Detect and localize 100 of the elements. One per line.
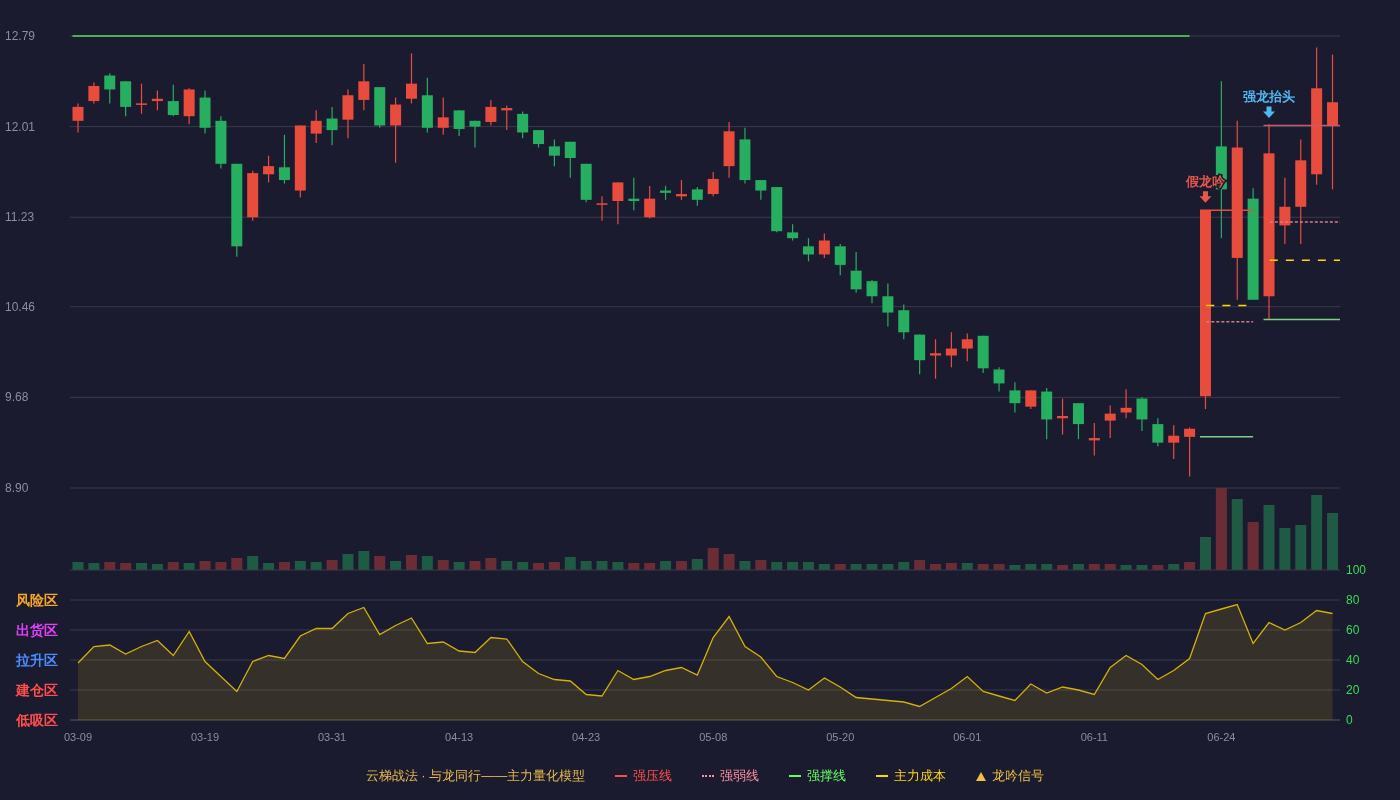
candlestick: [803, 237, 814, 263]
legend-title: 云梯战法 · 与龙同行——主力量化模型: [365, 767, 586, 785]
candlestick: [548, 138, 560, 167]
axis-label: 40: [1346, 653, 1360, 667]
candlestick: [104, 72, 116, 104]
candlestick: [485, 99, 497, 127]
candlestick: [882, 282, 894, 328]
candlestick: [898, 303, 910, 340]
axis-label: 0: [1346, 713, 1353, 727]
candlestick: [167, 84, 179, 117]
candlestick: [310, 109, 322, 144]
candlestick: [199, 90, 211, 135]
candlestick: [771, 186, 783, 233]
axis-label: 100: [1346, 563, 1367, 577]
cost-line: [1269, 259, 1341, 261]
candlestick: [1136, 396, 1148, 432]
candlestick: [1057, 397, 1069, 436]
legend-label: 强弱线: [720, 767, 760, 785]
candlestick: [612, 181, 624, 225]
candlestick: [644, 185, 656, 220]
candlestick: [215, 115, 227, 170]
candlestick: [564, 141, 576, 179]
legend-label: 龙吟信号: [992, 767, 1045, 785]
candlestick: [453, 109, 465, 137]
candlestick: [1072, 402, 1084, 440]
candlestick: [342, 88, 354, 139]
zone-label: 出货区: [16, 622, 58, 638]
candlestick: [993, 366, 1005, 393]
signal-label: 强龙抬头: [1243, 89, 1295, 105]
axis-label: 03-31: [318, 731, 347, 743]
candlestick: [1041, 387, 1053, 440]
candlestick: [977, 335, 989, 374]
axis-label: 06-11: [1080, 731, 1108, 743]
candlestick: [263, 155, 275, 183]
support-line: [1199, 436, 1254, 438]
axis-label: 8.90: [5, 481, 29, 495]
axis-label: 06-24: [1207, 731, 1236, 743]
candlestick: [421, 77, 433, 134]
candlestick: [930, 338, 941, 380]
candlestick: [1120, 388, 1132, 419]
pressure-line: [1199, 209, 1254, 212]
candlestick: [580, 163, 592, 203]
axis-label: 03-09: [63, 731, 93, 743]
weak-line: [1269, 221, 1341, 223]
candlestick: [1168, 424, 1180, 460]
candlestick: [834, 243, 846, 276]
candlestick: [1088, 422, 1100, 457]
candlestick: [358, 63, 370, 111]
candlestick: [675, 179, 687, 201]
candlestick: [136, 83, 147, 115]
candlestick: [1104, 404, 1116, 439]
zone-label: 风险区: [16, 592, 58, 608]
candlestick: [660, 185, 672, 201]
candlestick: [326, 106, 338, 146]
axis-label: 20: [1346, 683, 1360, 697]
axis-label: 12.79: [5, 29, 36, 43]
candlestick: [1009, 381, 1021, 414]
axis-label: 80: [1346, 593, 1360, 607]
axis-label: 10.46: [5, 299, 36, 314]
candlestick: [945, 331, 957, 368]
candlestick: [517, 110, 529, 139]
candlestick: [406, 52, 417, 104]
candlestick: [501, 105, 513, 131]
axis-label: 06-01: [953, 731, 982, 743]
axis-label: 60: [1346, 623, 1360, 637]
candlestick: [1279, 177, 1291, 245]
axis-label: 12.01: [5, 119, 36, 134]
candlestick: [707, 171, 719, 197]
axis-label: 04-13: [445, 731, 474, 743]
zone-label: 建仓区: [16, 682, 58, 698]
candlestick: [390, 97, 402, 164]
legend-label: 主力成本: [894, 767, 947, 785]
weak-line: [1205, 321, 1254, 323]
candlestick: [374, 86, 386, 129]
zone-label: 低吸区: [16, 712, 58, 728]
candlestick: [278, 134, 290, 185]
candlestick: [1152, 417, 1164, 447]
candlestick: [1184, 426, 1196, 477]
candlestick: [755, 179, 767, 201]
axis-label: 11.23: [5, 210, 35, 225]
legend-label: 强撑线: [807, 767, 847, 785]
candlestick: [72, 102, 84, 134]
down-arrow-icon: [1263, 106, 1275, 118]
axis-label: 03-19: [190, 731, 220, 743]
candlestick: [787, 223, 799, 242]
axis-label: 05-08: [699, 731, 728, 743]
candlestick: [914, 334, 926, 375]
candlestick: [247, 170, 259, 222]
candlestick: [866, 279, 878, 304]
candlestick: [691, 186, 703, 207]
candlestick: [88, 81, 100, 104]
candlestick: [437, 97, 449, 136]
candlestick: [723, 121, 735, 179]
down-arrow-icon: [1199, 191, 1212, 203]
candlestick: [850, 251, 862, 294]
candlestick: [628, 177, 640, 211]
axis-label: 04-23: [572, 731, 601, 743]
candlestick: [739, 127, 751, 185]
legend-label: 强压线: [633, 767, 673, 785]
candlestick: [151, 90, 163, 111]
